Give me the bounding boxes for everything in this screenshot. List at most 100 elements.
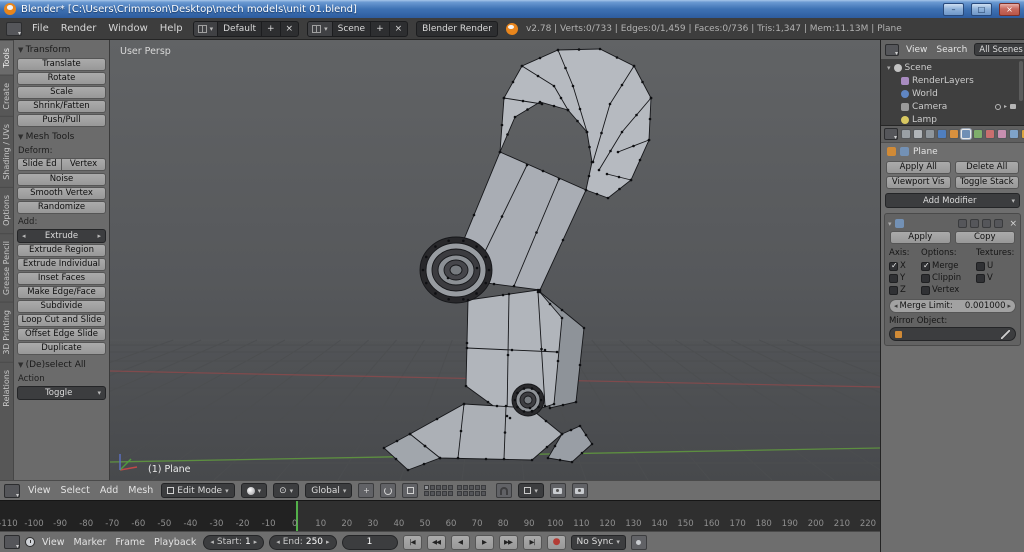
loop-cut-and-slide-button[interactable]: Loop Cut and Slide bbox=[17, 314, 106, 327]
editor-type-3dview-icon[interactable] bbox=[4, 484, 20, 498]
axis-y-checkbox[interactable]: Y bbox=[889, 272, 919, 284]
mesh-vertex[interactable] bbox=[541, 103, 544, 106]
axis-x-checkbox[interactable]: X bbox=[889, 260, 919, 272]
mesh-vertex[interactable] bbox=[529, 407, 532, 410]
mesh-vertex[interactable] bbox=[607, 197, 610, 200]
toggle-stack-button[interactable]: Toggle Stack bbox=[955, 176, 1020, 189]
menu-window[interactable]: Window bbox=[106, 23, 149, 34]
mesh-vertex[interactable] bbox=[648, 139, 651, 142]
tab-grease-pencil[interactable]: Grease Pencil bbox=[0, 233, 13, 302]
mesh-vertex[interactable] bbox=[553, 85, 556, 88]
add-scene-button[interactable]: + bbox=[370, 22, 389, 36]
mesh-vertex[interactable] bbox=[553, 105, 556, 108]
jump-to-end-button[interactable]: ▶| bbox=[523, 535, 542, 550]
render-engine-dropdown[interactable]: Blender Render bbox=[416, 21, 498, 37]
mesh-vertex[interactable] bbox=[621, 84, 624, 87]
mesh-vertex[interactable] bbox=[586, 131, 589, 134]
tab-relations[interactable]: Relations bbox=[0, 362, 13, 414]
current-frame-field[interactable]: 1 bbox=[342, 535, 398, 550]
mesh-vertex[interactable] bbox=[396, 440, 399, 443]
layer-4[interactable] bbox=[442, 485, 447, 490]
ankle-joint-hub[interactable] bbox=[524, 396, 532, 404]
push-pull-button[interactable]: Push/Pull bbox=[17, 114, 106, 127]
outliner-item-camera[interactable]: Camera ▸ bbox=[881, 100, 1024, 113]
jump-to-start-button[interactable]: |◀ bbox=[403, 535, 422, 550]
mesh-vertex[interactable] bbox=[485, 458, 488, 461]
tab-tools[interactable]: Tools bbox=[0, 40, 13, 75]
tab-shading-uvs[interactable]: Shading / UVs bbox=[0, 116, 13, 187]
mesh-vertex[interactable] bbox=[522, 100, 525, 103]
mesh-vertex[interactable] bbox=[467, 299, 470, 302]
mesh-vertex[interactable] bbox=[502, 294, 505, 297]
mesh-vertex[interactable] bbox=[576, 120, 579, 123]
properties-tab-render-layers-icon[interactable] bbox=[913, 129, 923, 139]
merge-limit-field[interactable]: ◂ Merge Limit: 0.001000 ▸ bbox=[889, 299, 1016, 313]
mesh-vertex[interactable] bbox=[383, 447, 386, 450]
duplicate-button[interactable]: Duplicate bbox=[17, 342, 106, 355]
mesh-vertex[interactable] bbox=[434, 245, 437, 248]
opengl-render-image-icon[interactable] bbox=[550, 483, 566, 498]
properties-tab-texture-icon[interactable] bbox=[997, 129, 1007, 139]
mesh-vertex[interactable] bbox=[592, 161, 595, 164]
layer-12[interactable] bbox=[463, 485, 468, 490]
mesh-vertex[interactable] bbox=[395, 458, 398, 461]
mesh-vertex[interactable] bbox=[506, 133, 509, 136]
mesh-vertex[interactable] bbox=[632, 145, 635, 148]
mesh-vertex[interactable] bbox=[562, 404, 565, 407]
layer-14[interactable] bbox=[475, 485, 480, 490]
modifier-panel-header[interactable]: ▾ × bbox=[888, 217, 1017, 230]
delete-scene-button[interactable]: × bbox=[389, 22, 408, 36]
outliner-scope-dropdown[interactable]: All Scenes ▾ bbox=[974, 43, 1024, 56]
subdivide-button[interactable]: Subdivide bbox=[17, 300, 106, 313]
mesh-vertex[interactable] bbox=[554, 445, 557, 448]
snap-magnet-icon[interactable] bbox=[496, 483, 512, 498]
mesh-vertex[interactable] bbox=[513, 285, 516, 288]
end-frame-field[interactable]: ◂ End: 250 ▸ bbox=[269, 535, 336, 550]
randomize-button[interactable]: Randomize bbox=[17, 201, 106, 214]
mesh-vertex[interactable] bbox=[579, 425, 582, 428]
mesh-vertex[interactable] bbox=[598, 169, 601, 172]
mesh-vertex[interactable] bbox=[521, 65, 524, 68]
rotate-button[interactable]: Rotate bbox=[17, 72, 106, 85]
mesh-vertex[interactable] bbox=[609, 103, 612, 106]
mesh-vertex[interactable] bbox=[583, 327, 586, 330]
mesh-vertex[interactable] bbox=[407, 469, 410, 472]
layer-13[interactable] bbox=[469, 485, 474, 490]
mesh-vertex[interactable] bbox=[516, 406, 519, 409]
extrude-region-button[interactable]: Extrude Region bbox=[17, 244, 106, 257]
scale-button[interactable]: Scale bbox=[17, 86, 106, 99]
mesh-vertex[interactable] bbox=[588, 146, 591, 149]
layer-15[interactable] bbox=[481, 485, 486, 490]
properties-tab-scene-icon[interactable] bbox=[925, 129, 935, 139]
translate-button[interactable]: Translate bbox=[17, 58, 106, 71]
mesh-vertex[interactable] bbox=[539, 57, 542, 60]
mesh-vertex[interactable] bbox=[484, 282, 487, 285]
mesh-vertex[interactable] bbox=[487, 401, 490, 404]
scene-canvas[interactable] bbox=[110, 40, 880, 480]
smooth-vertex-button[interactable]: Smooth Vertex bbox=[17, 187, 106, 200]
mesh-vertex[interactable] bbox=[650, 97, 653, 100]
mesh-vertex[interactable] bbox=[526, 108, 529, 111]
screen-layout-selector[interactable]: ▾ Default + × bbox=[193, 21, 300, 37]
modifier-copy-button[interactable]: Copy bbox=[955, 231, 1016, 244]
properties-tab-particles-icon[interactable] bbox=[1009, 129, 1019, 139]
mesh-vertex[interactable] bbox=[463, 403, 466, 406]
timeline-view-menu[interactable]: View bbox=[40, 537, 67, 548]
outliner-item-world[interactable]: World bbox=[881, 87, 1024, 100]
editor-type-timeline-icon[interactable] bbox=[4, 535, 20, 549]
mesh-vertex[interactable] bbox=[447, 277, 450, 280]
mesh-vertex[interactable] bbox=[579, 364, 582, 367]
mesh-vertex[interactable] bbox=[447, 298, 450, 301]
noise-button[interactable]: Noise bbox=[17, 173, 106, 186]
mesh-vertex[interactable] bbox=[557, 360, 560, 363]
mesh-vertex[interactable] bbox=[544, 405, 547, 408]
mesh-vertex[interactable] bbox=[537, 75, 540, 78]
mesh-vertex[interactable] bbox=[540, 399, 543, 402]
mesh-vertex[interactable] bbox=[531, 459, 534, 462]
maximize-button[interactable]: □ bbox=[971, 3, 992, 16]
browse-layouts-button[interactable]: ▾ bbox=[194, 22, 218, 36]
mesh-vertex[interactable] bbox=[591, 443, 594, 446]
layer-3[interactable] bbox=[436, 485, 441, 490]
mesh-vertex[interactable] bbox=[585, 434, 588, 437]
mesh-vertex[interactable] bbox=[504, 431, 507, 434]
